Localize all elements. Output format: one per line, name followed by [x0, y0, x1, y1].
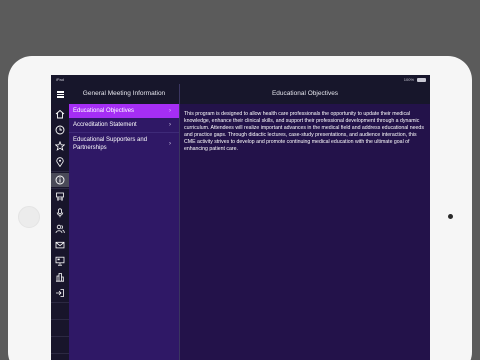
clock-icon — [55, 125, 65, 135]
rail-item-sponsors[interactable] — [51, 190, 69, 204]
rail-separator — [51, 353, 69, 354]
rail-item-location[interactable] — [51, 155, 69, 169]
chevron-right-icon: › — [169, 122, 171, 128]
rail-item-info[interactable] — [51, 173, 69, 187]
home-icon — [55, 109, 65, 119]
rail-item-logout[interactable] — [51, 286, 69, 300]
battery-icon — [417, 78, 426, 82]
objectives-body-text: This program is designed to allow health… — [184, 111, 424, 152]
section-list: Educational Objectives › Accreditation S… — [69, 104, 179, 360]
rail-separator — [51, 302, 69, 303]
rail-separator — [51, 336, 69, 337]
rail-item-messages[interactable] — [51, 238, 69, 252]
list-pane-title: General Meeting Information — [82, 90, 166, 97]
list-item-label: Accreditation Statement — [73, 122, 137, 128]
hamburger-menu-icon[interactable] — [55, 88, 67, 100]
logout-icon — [56, 289, 64, 297]
star-icon — [55, 141, 65, 151]
list-item-educational-supporters[interactable]: Educational Supporters and Partnerships … — [69, 133, 179, 155]
chevron-right-icon: › — [169, 141, 171, 147]
rail-item-presentations[interactable] — [51, 254, 69, 268]
mail-icon — [55, 241, 65, 249]
status-carrier: iPad — [56, 77, 65, 82]
list-item-accreditation-statement[interactable]: Accreditation Statement › — [69, 118, 179, 132]
location-pin-icon — [56, 157, 64, 167]
people-icon — [55, 224, 65, 234]
rail-separator — [51, 171, 69, 172]
icon-sidebar — [51, 104, 69, 360]
rail-item-exhibitors[interactable] — [51, 270, 69, 284]
rail-item-schedule[interactable] — [51, 123, 69, 137]
presentation-icon — [55, 256, 65, 266]
rail-item-speakers[interactable] — [51, 206, 69, 220]
chevron-right-icon: › — [169, 108, 171, 114]
detail-pane: This program is designed to allow health… — [180, 104, 430, 360]
rail-item-home[interactable] — [51, 107, 69, 121]
info-icon — [55, 175, 65, 185]
app-screen: iPad 100% General Meeting Information Ed… — [51, 75, 430, 360]
sponsor-icon — [56, 192, 64, 201]
rail-separator — [51, 319, 69, 320]
camera-dot — [448, 214, 453, 219]
home-button[interactable] — [18, 206, 40, 228]
list-item-educational-objectives[interactable]: Educational Objectives › — [69, 104, 179, 118]
rail-item-attendees[interactable] — [51, 222, 69, 236]
microphone-icon — [56, 208, 64, 218]
status-battery-percent: 100% — [403, 77, 414, 82]
list-item-label: Educational Supporters and Partnerships — [73, 137, 148, 151]
building-icon — [56, 273, 64, 282]
detail-pane-title: Educational Objectives — [271, 90, 339, 97]
rail-item-favorites[interactable] — [51, 139, 69, 153]
rail-separator — [51, 188, 69, 189]
status-bar: iPad 100% — [51, 75, 430, 84]
navigation-bar: General Meeting Information Educational … — [51, 84, 430, 104]
list-item-label: Educational Objectives — [73, 108, 135, 114]
